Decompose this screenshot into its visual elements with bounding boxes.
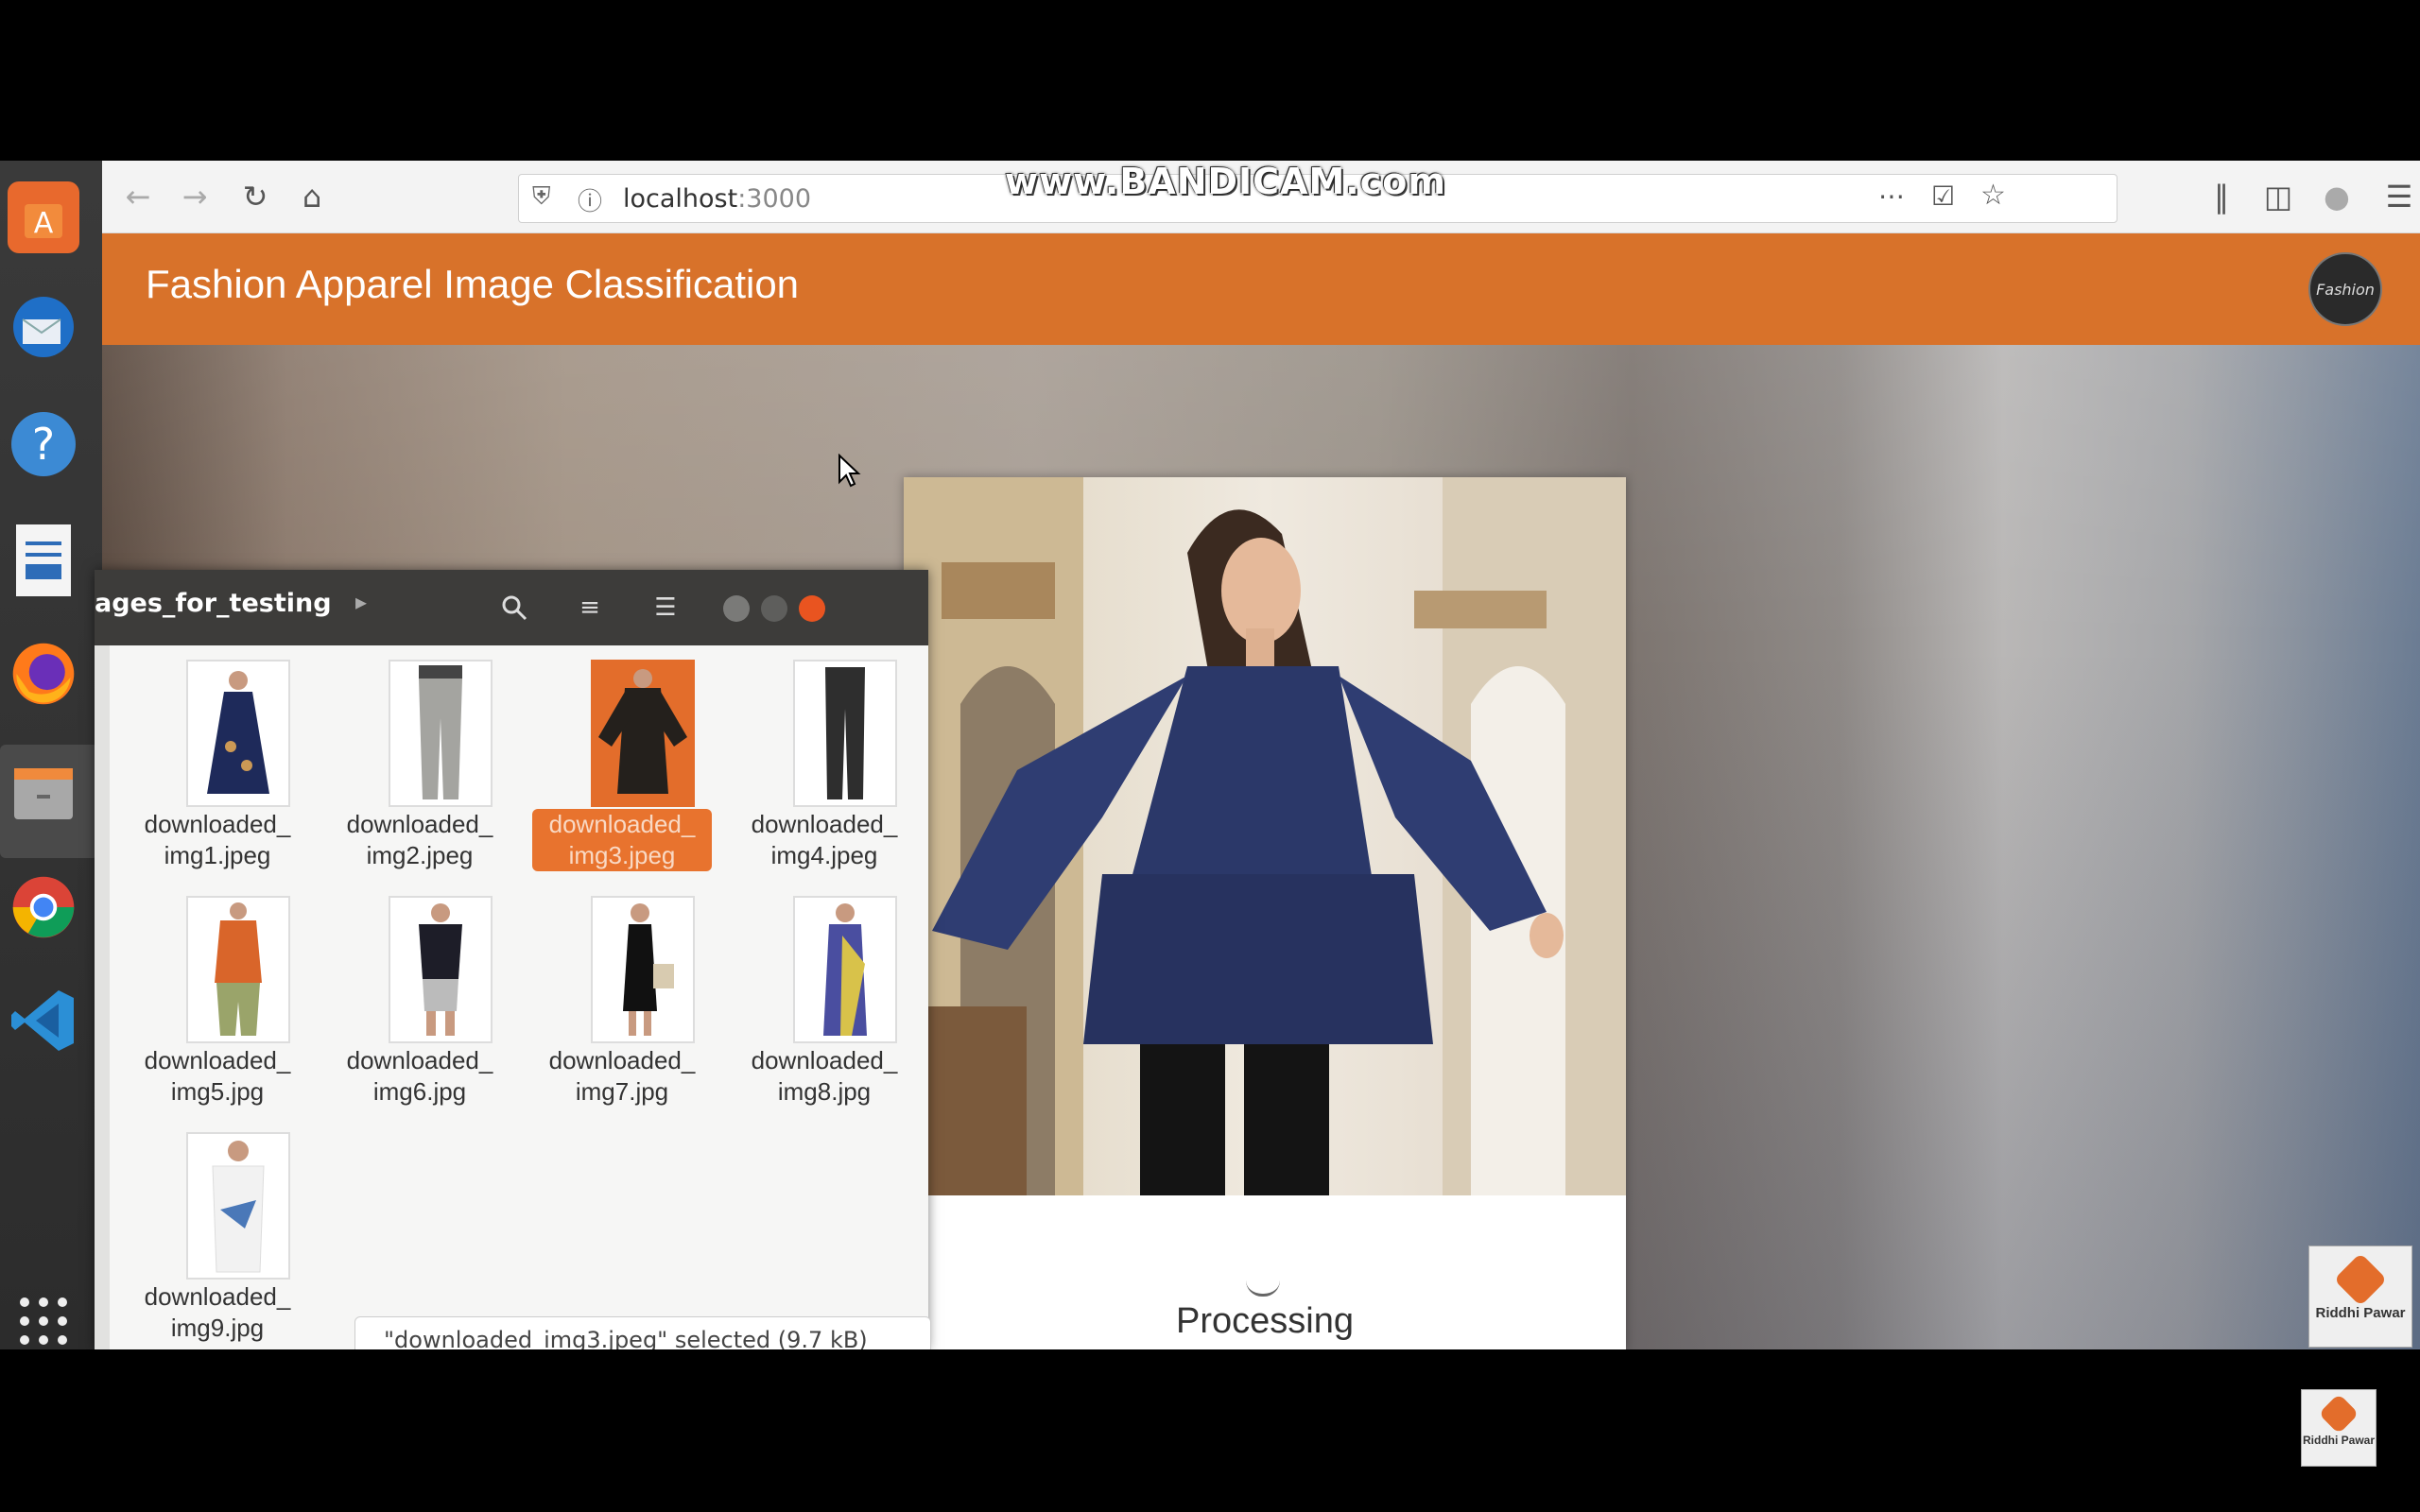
file-thumbnail	[793, 660, 897, 807]
file-name: downloaded_ img3.jpeg	[532, 809, 712, 871]
page-actions-icon[interactable]: ⋯	[1878, 180, 1905, 212]
file-item[interactable]: downloaded_ img2.jpeg	[335, 660, 505, 886]
back-button[interactable]: ←	[119, 178, 157, 215]
forward-button[interactable]: →	[176, 178, 214, 215]
mouse-cursor-icon	[838, 454, 861, 488]
file-name: downloaded_ img7.jpg	[548, 1046, 696, 1106]
file-item[interactable]: downloaded_ img8.jpg	[739, 896, 909, 1123]
svg-text:A: A	[34, 207, 54, 240]
dock: A ?	[0, 161, 102, 1349]
file-item-selected[interactable]: downloaded_ img3.jpeg	[532, 660, 712, 886]
shield-icon[interactable]: ⛨	[532, 182, 551, 212]
file-item[interactable]: downloaded_ img6.jpg	[335, 896, 505, 1123]
file-thumbnail	[186, 896, 290, 1043]
app-logo[interactable]: Fashion	[2308, 252, 2382, 326]
path-forward-icon[interactable]: ▸	[355, 589, 367, 615]
file-item[interactable]: downloaded_ img7.jpg	[537, 896, 707, 1123]
file-thumbnail	[186, 660, 290, 807]
file-name: downloaded_ img8.jpg	[751, 1046, 898, 1106]
firefox-icon[interactable]	[8, 638, 79, 710]
file-item[interactable]: downloaded_ img5.jpg	[132, 896, 302, 1123]
account-icon[interactable]: ●	[2318, 178, 2356, 215]
file-name: downloaded_ img4.jpeg	[751, 810, 898, 869]
creator-logo: Riddhi Pawar	[2308, 1246, 2412, 1348]
file-thumbnail	[591, 896, 695, 1043]
file-manager-header: ages_for_testing ▸ ≡ ☰	[95, 570, 928, 645]
sidebar-icon[interactable]: ◫	[2259, 178, 2297, 215]
menu-hamburger-icon[interactable]: ☰	[643, 587, 688, 628]
help-icon[interactable]: ?	[8, 408, 79, 480]
file-name: downloaded_ img5.jpg	[144, 1046, 291, 1106]
thunderbird-icon[interactable]	[8, 291, 79, 363]
creator-logo-mark	[2333, 1252, 2388, 1307]
file-name: downloaded_ img9.jpg	[144, 1282, 291, 1342]
view-options-icon[interactable]: ≡	[567, 587, 613, 628]
file-manager-sidebar-edge	[95, 645, 110, 1349]
path-breadcrumb[interactable]: ages_for_testing	[95, 589, 332, 618]
file-manager-window: ages_for_testing ▸ ≡ ☰ downloaded_ img1.j…	[95, 570, 931, 1349]
pocket-icon[interactable]: ☑	[1931, 180, 1955, 212]
creator-logo-corner: Riddhi Pawar	[2301, 1389, 2377, 1467]
vscode-icon[interactable]	[8, 985, 79, 1057]
uploaded-image-preview	[904, 477, 1626, 1195]
app-title: Fashion Apparel Image Classification	[146, 262, 800, 306]
close-button[interactable]	[799, 595, 825, 622]
creator-logo-text: Riddhi Pawar	[2315, 1305, 2406, 1321]
file-thumbnail	[389, 660, 493, 807]
url-text[interactable]: localhost:3000	[623, 184, 811, 214]
file-name: downloaded_ img6.jpg	[346, 1046, 493, 1106]
maximize-button[interactable]	[761, 595, 787, 622]
loading-spinner	[1246, 1280, 1280, 1297]
recorder-watermark: www.BANDICAM.com	[1005, 161, 1446, 202]
svg-text:?: ?	[32, 419, 55, 470]
creator-logo-text: Riddhi Pawar	[2302, 1434, 2375, 1447]
library-icon[interactable]: ‖	[2203, 178, 2240, 215]
processing-status: Processing	[1176, 1301, 1354, 1341]
reload-button[interactable]: ↻	[236, 178, 274, 215]
files-icon[interactable]	[8, 756, 79, 828]
file-name: downloaded_ img2.jpeg	[346, 810, 493, 869]
minimize-button[interactable]	[723, 595, 750, 622]
file-thumbnail	[389, 896, 493, 1043]
preview-card: Processing	[904, 477, 1626, 1349]
url-port: :3000	[737, 184, 812, 214]
software-center-icon[interactable]: A	[8, 181, 79, 253]
apps-grid-icon[interactable]	[8, 1285, 79, 1349]
file-thumbnail	[186, 1132, 290, 1280]
selection-status: "downloaded_img3.jpeg" selected (9.7 kB)	[354, 1316, 931, 1349]
screen: A ? ← → ↻ ⌂ ⛨ ⓘ localhost:3000 ⋯ ☑ ☆ ‖ ◫…	[0, 161, 2420, 1349]
file-name: downloaded_ img1.jpeg	[144, 810, 291, 869]
file-thumbnail	[793, 896, 897, 1043]
search-icon[interactable]	[492, 587, 537, 628]
creator-logo-mark	[2318, 1393, 2360, 1435]
file-item[interactable]: downloaded_ img4.jpeg	[739, 660, 909, 886]
file-item[interactable]: downloaded_ img9.jpg	[132, 1132, 302, 1349]
info-icon[interactable]: ⓘ	[578, 182, 602, 217]
file-thumbnail	[591, 660, 695, 807]
bookmark-star-icon[interactable]: ☆	[1980, 179, 2006, 212]
writer-icon[interactable]	[8, 524, 79, 596]
file-item[interactable]: downloaded_ img1.jpeg	[132, 660, 302, 886]
chrome-icon[interactable]	[8, 871, 79, 943]
home-button[interactable]: ⌂	[293, 178, 331, 215]
url-host: localhost	[623, 184, 738, 214]
app-header: Fashion Apparel Image Classification Fas…	[102, 233, 2420, 345]
menu-icon[interactable]: ☰	[2380, 178, 2418, 215]
